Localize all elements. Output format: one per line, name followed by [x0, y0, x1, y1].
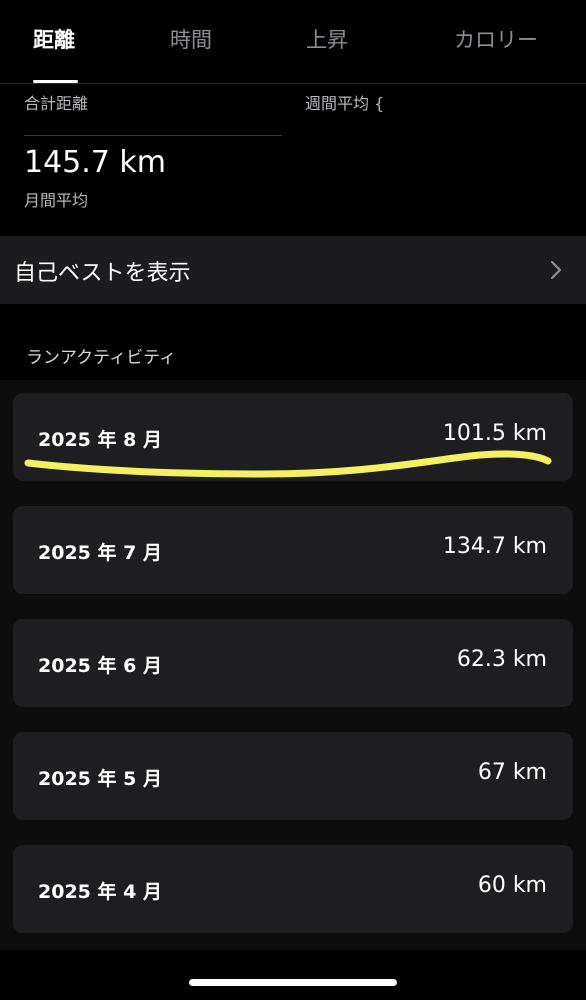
section-title: ランアクティビティ [26, 348, 177, 368]
month-distance: 60 km [477, 873, 547, 898]
month-distance: 134.7 km [442, 534, 547, 559]
personal-best-button[interactable]: 自己ベストを表示 [0, 236, 586, 304]
month-label: 2025 年 6 月 [38, 655, 162, 677]
tab-time[interactable]: 時間 [170, 24, 212, 56]
monthly-average-label: 月間平均 [24, 191, 89, 210]
month-label: 2025 年 4 月 [38, 881, 162, 903]
month-label: 2025 年 8 月 [38, 429, 162, 451]
month-card-2025-05[interactable]: 2025 年 5 月 67 km [13, 732, 573, 820]
personal-best-label: 自己ベストを表示 [14, 261, 191, 286]
tab-elevation[interactable]: 上昇 [306, 24, 348, 56]
month-card-2025-04[interactable]: 2025 年 4 月 60 km [13, 845, 573, 933]
weekly-average-label: 週間平均 { [305, 94, 385, 113]
month-label: 2025 年 7 月 [38, 542, 162, 564]
total-distance-label: 合計距離 [24, 94, 89, 113]
month-card-2025-08[interactable]: 2025 年 8 月 101.5 km [13, 393, 573, 481]
monthly-average-value: 145.7 km [24, 145, 167, 180]
tab-distance[interactable]: 距離 [33, 24, 75, 56]
month-distance: 62.3 km [456, 647, 547, 672]
chevron-right-icon [550, 260, 562, 280]
stat-divider [24, 135, 282, 136]
month-distance: 101.5 km [442, 421, 547, 446]
month-distance: 67 km [477, 760, 547, 785]
active-tab-indicator [33, 80, 78, 83]
tab-calories[interactable]: カロリー [454, 24, 538, 56]
month-card-2025-07[interactable]: 2025 年 7 月 134.7 km [13, 506, 573, 594]
tab-bar: 距離 時間 上昇 カロリー [0, 0, 586, 84]
home-indicator [189, 979, 397, 986]
month-label: 2025 年 5 月 [38, 768, 162, 790]
month-card-2025-06[interactable]: 2025 年 6 月 62.3 km [13, 619, 573, 707]
